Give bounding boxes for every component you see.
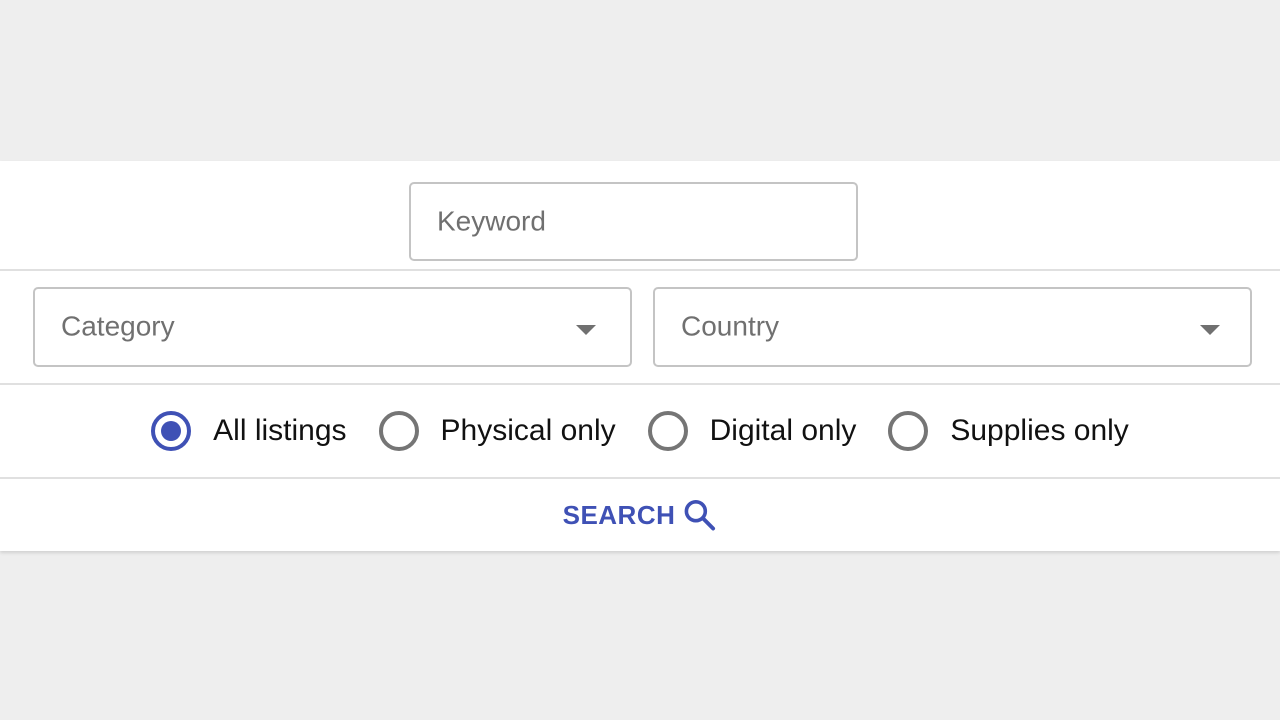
- search-icon: [684, 499, 715, 531]
- listing-type-radio-group: All listings Physical only Digital only …: [0, 385, 1280, 477]
- radio-physical-only[interactable]: Physical only: [378, 411, 616, 451]
- radio-label: Physical only: [440, 414, 616, 447]
- caret-down-icon: [576, 325, 596, 335]
- radio-label: Supplies only: [950, 414, 1129, 447]
- radio-checked-icon[interactable]: [151, 411, 192, 451]
- radio-unchecked-icon[interactable]: [647, 411, 688, 451]
- keyword-placeholder: Keyword: [437, 204, 546, 236]
- keyword-input[interactable]: Keyword: [409, 182, 858, 261]
- caret-down-icon: [1200, 325, 1220, 335]
- country-placeholder: Country: [681, 310, 780, 342]
- country-select[interactable]: Country: [653, 287, 1252, 367]
- radio-all-listings[interactable]: All listings: [151, 411, 347, 451]
- keyword-row: Keyword: [0, 161, 1280, 271]
- radio-unchecked-icon[interactable]: [888, 411, 929, 451]
- listing-type-row: All listings Physical only Digital only …: [0, 385, 1280, 479]
- category-select[interactable]: Category: [33, 287, 632, 367]
- category-placeholder: Category: [61, 310, 175, 342]
- radio-digital-only[interactable]: Digital only: [647, 411, 857, 451]
- search-button[interactable]: SEARCH: [553, 491, 728, 539]
- search-button-label: SEARCH: [562, 499, 676, 530]
- radio-label: Digital only: [709, 414, 857, 447]
- search-form-card: Keyword Category Country All listings Ph…: [0, 161, 1280, 551]
- radio-label: All listings: [213, 414, 347, 447]
- radio-unchecked-icon[interactable]: [378, 411, 419, 451]
- search-row: SEARCH: [0, 479, 1280, 551]
- radio-supplies-only[interactable]: Supplies only: [888, 411, 1129, 451]
- filters-row: Category Country: [0, 271, 1280, 385]
